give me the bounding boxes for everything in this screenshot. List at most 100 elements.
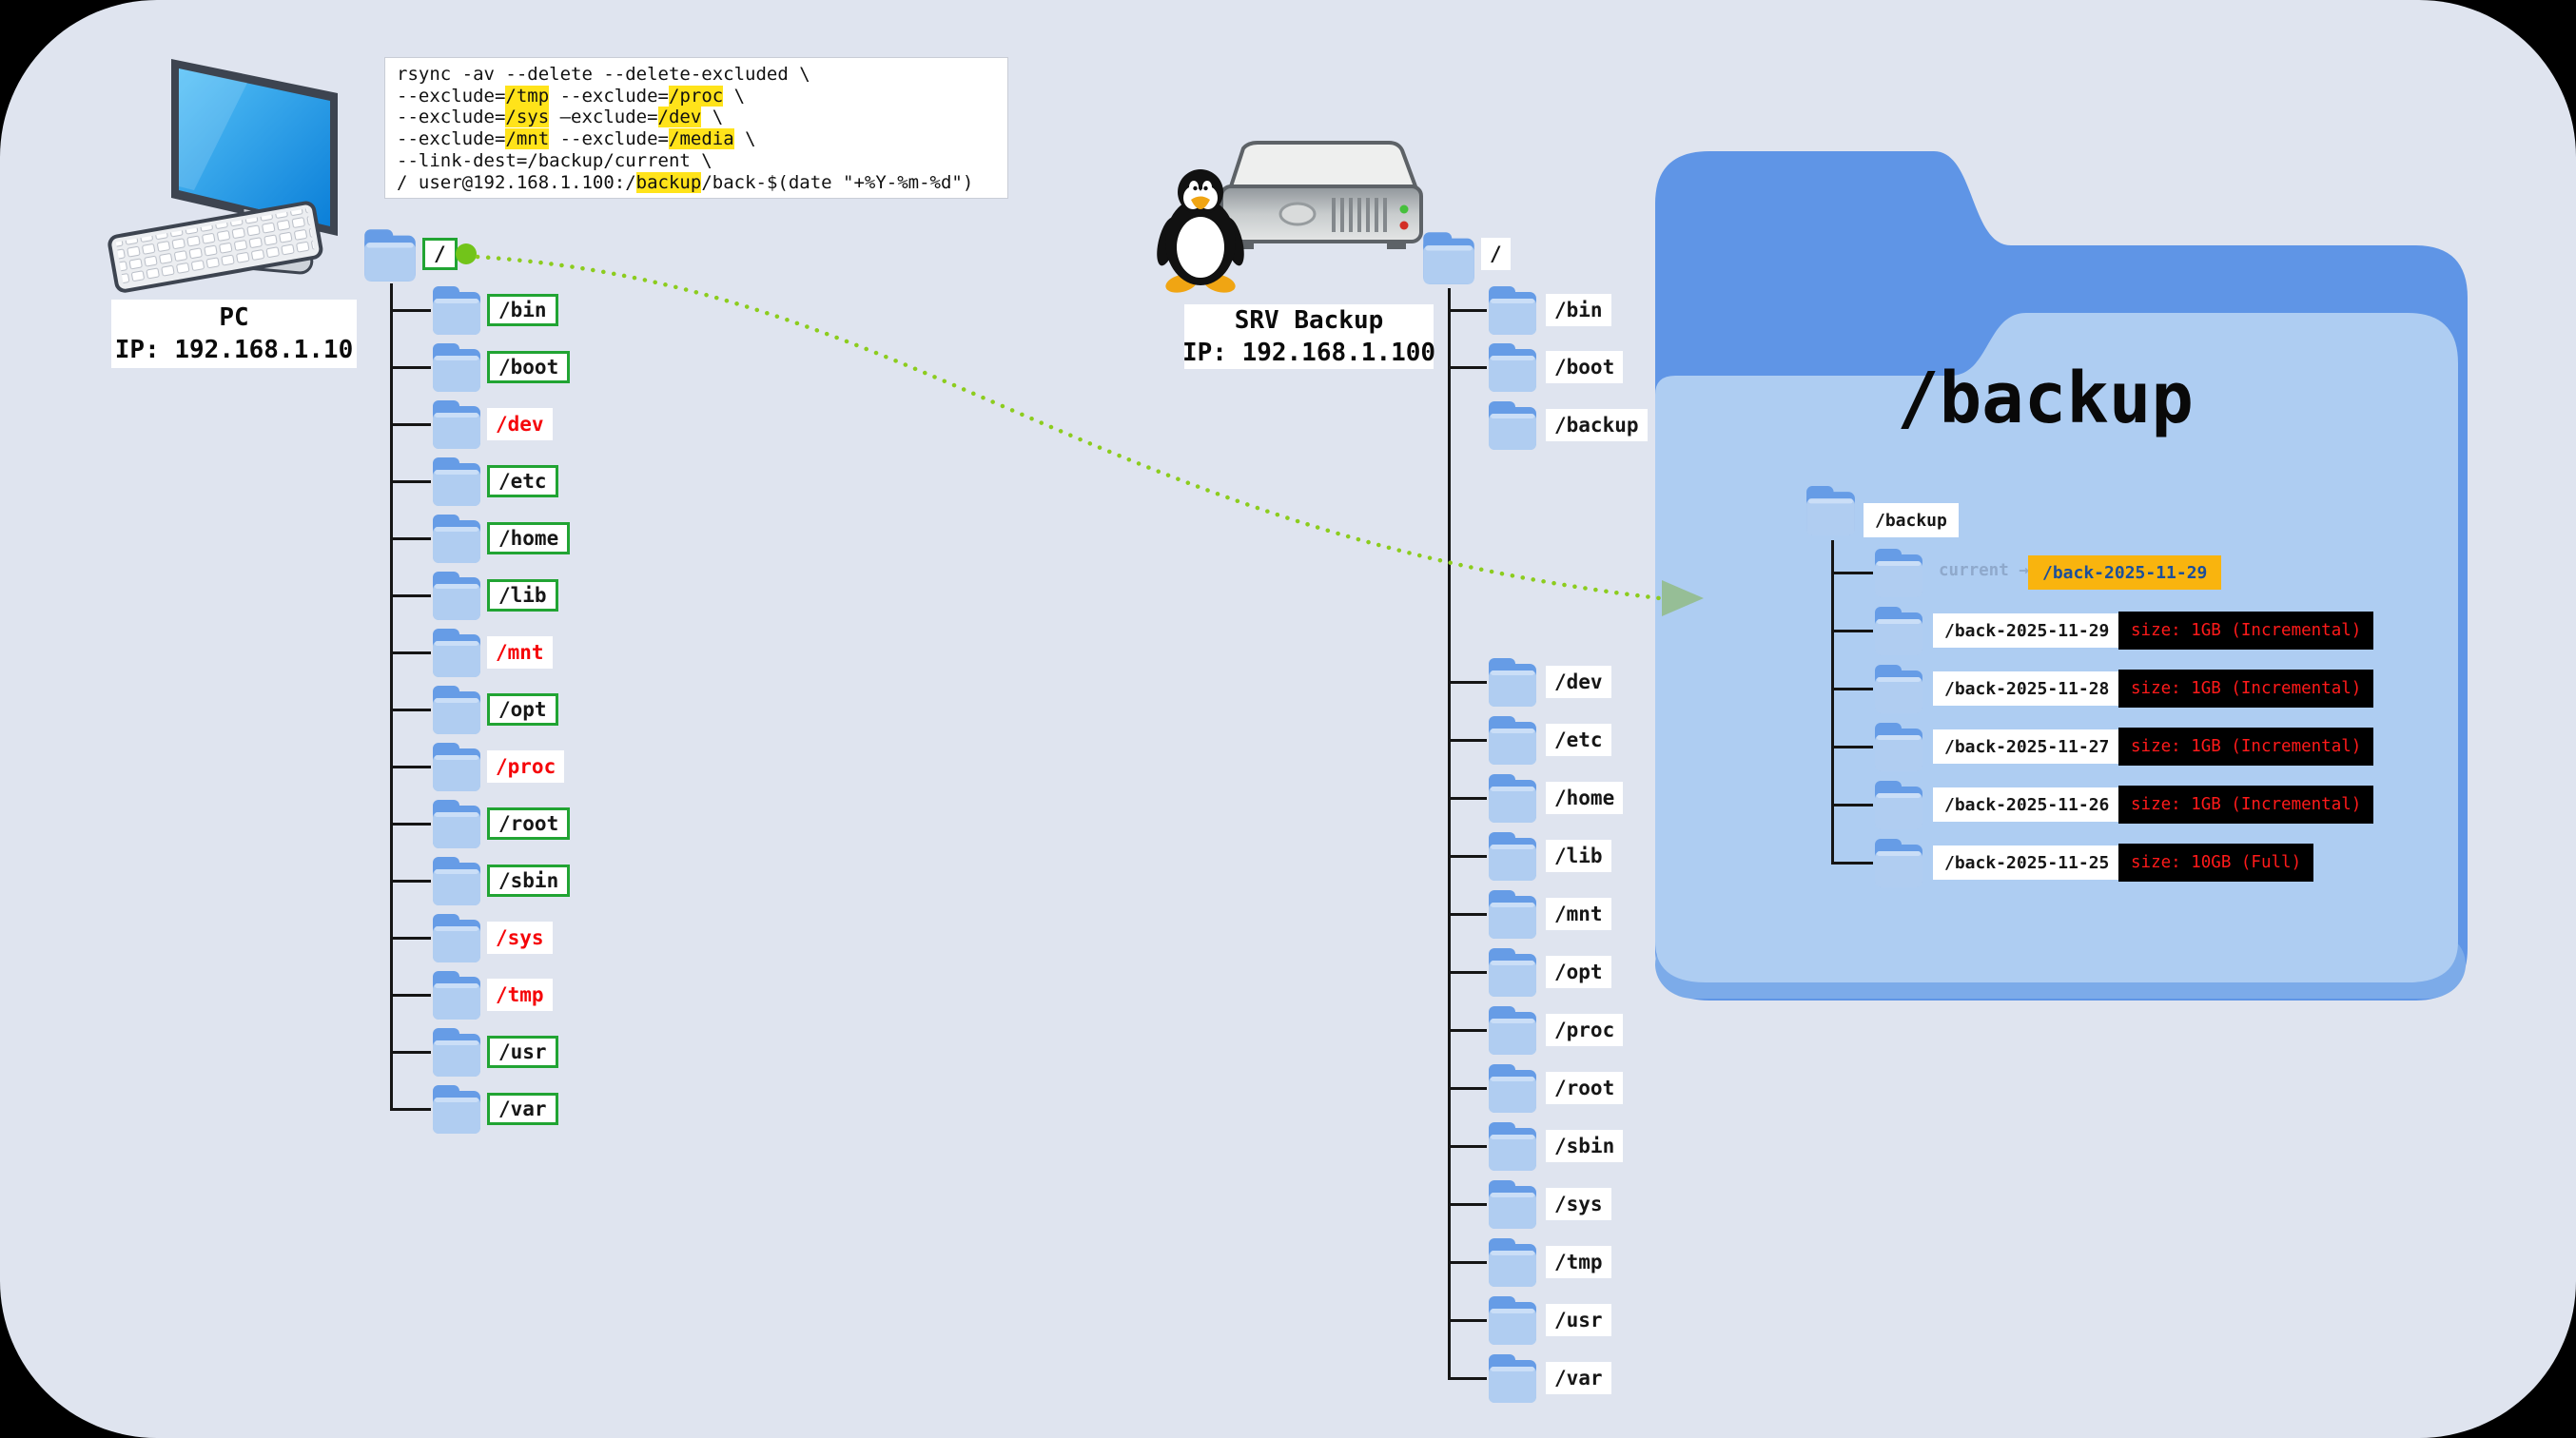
tree-item-label: /tmp	[487, 979, 553, 1011]
folder-icon	[431, 626, 482, 679]
command-text: \	[701, 107, 723, 127]
tree-connector	[1448, 1203, 1487, 1206]
folder-icon	[1487, 398, 1538, 452]
tree-item-label: /opt	[487, 693, 558, 726]
tree-connector	[390, 309, 431, 312]
tree-item-label: /boot	[487, 351, 570, 383]
tree-item-label: /dev	[1546, 666, 1611, 698]
snapshot-size-badge: size: 1GB (Incremental)	[2118, 728, 2373, 766]
current-symlink-label: current →	[1939, 561, 2029, 580]
snapshot-size-badge: size: 1GB (Incremental)	[2118, 612, 2373, 650]
tree-connector	[1831, 572, 1873, 574]
highlighted-path: backup	[636, 172, 702, 193]
tree-connector	[1448, 971, 1487, 974]
tree-connector	[1448, 1145, 1487, 1148]
tree-item-label: /sys	[487, 922, 553, 954]
snapshot-label: /back-2025-11-26	[1933, 787, 2120, 822]
tree-item-label: /sbin	[487, 865, 570, 897]
tree-connector	[1448, 739, 1487, 742]
highlighted-path: /media	[669, 128, 734, 149]
folder-icon	[1487, 1061, 1538, 1115]
folder-icon	[431, 283, 482, 337]
highlighted-path: /sys	[505, 107, 549, 127]
tree-trunk-line	[1831, 540, 1834, 865]
tree-item-label: /lib	[487, 579, 558, 612]
tree-connector	[1448, 797, 1487, 800]
command-text: \	[734, 128, 756, 149]
command-text: --link-dest=/backup/current \	[397, 150, 712, 171]
folder-icon	[431, 1025, 482, 1078]
folder-icon	[431, 455, 482, 508]
command-text: --exclude=	[397, 128, 505, 149]
folder-icon	[1873, 720, 1924, 773]
backup-folder-graphic	[1650, 145, 2478, 1048]
folder-icon	[431, 797, 482, 850]
tree-item-label: /sbin	[1546, 1130, 1623, 1162]
pc-ip: IP: 192.168.1.10	[115, 334, 353, 366]
tree-item-label: /etc	[1546, 724, 1611, 756]
folder-icon	[1487, 340, 1538, 394]
tree-item-label: /var	[487, 1093, 558, 1125]
tree-item-label: /bin	[487, 294, 558, 326]
folder-icon	[1873, 778, 1924, 831]
pc-computer-icon	[95, 48, 371, 304]
backup-folder-title: /backup	[1897, 358, 2194, 439]
tree-item-label: /bin	[1546, 294, 1611, 326]
folder-icon	[1487, 887, 1538, 941]
tree-item-label: /sys	[1546, 1188, 1611, 1220]
tree-connector	[390, 423, 431, 426]
rsync-command-line: / user@192.168.1.100:/backup/back-$(date…	[397, 172, 996, 194]
tree-connector	[390, 1108, 431, 1111]
rsync-command-line: --exclude=/tmp --exclude=/proc \	[397, 86, 996, 107]
tree-connector	[390, 1051, 431, 1054]
folder-icon	[1873, 662, 1924, 715]
tree-connector	[1448, 855, 1487, 858]
tree-item-label: /backup	[1546, 409, 1648, 441]
command-text: \	[723, 86, 745, 107]
pc-name: PC	[219, 301, 248, 334]
server-name: SRV Backup	[1235, 304, 1384, 337]
folder-icon	[1487, 829, 1538, 883]
keyboard-icon	[108, 202, 322, 292]
folder-icon	[431, 569, 482, 622]
tree-connector	[1831, 630, 1873, 632]
tree-trunk-line	[1448, 288, 1451, 1379]
tree-connector	[390, 709, 431, 711]
folder-icon	[431, 968, 482, 1021]
tree-connector	[1448, 366, 1487, 369]
tree-connector	[1831, 804, 1873, 806]
folder-icon	[1487, 945, 1538, 999]
folder-icon	[431, 854, 482, 907]
tree-connector	[390, 594, 431, 597]
tree-item-label: /opt	[1546, 956, 1611, 988]
pc-label: PC IP: 192.168.1.10	[111, 300, 357, 368]
folder-icon	[1487, 655, 1538, 709]
tree-item-label: /lib	[1546, 840, 1611, 872]
snapshot-size-badge: size: 1GB (Incremental)	[2118, 786, 2373, 824]
tree-connector	[390, 366, 431, 369]
highlighted-path: /tmp	[505, 86, 549, 107]
tree-connector	[1448, 1377, 1487, 1380]
tree-connector	[390, 651, 431, 654]
snapshot-label: /back-2025-11-28	[1933, 671, 2120, 706]
flow-start-dot	[456, 243, 477, 264]
folder-icon	[1487, 1293, 1538, 1347]
folder-icon	[431, 740, 482, 793]
tree-connector	[1831, 862, 1873, 865]
tree-connector	[1448, 681, 1487, 684]
folder-icon	[431, 911, 482, 964]
folder-icon	[1487, 283, 1538, 337]
command-text: / user@192.168.1.100:/	[397, 172, 636, 193]
tree-item-label: /usr	[487, 1036, 558, 1068]
highlighted-path: /dev	[658, 107, 702, 127]
rsync-command-line: --exclude=/mnt --exclude=/media \	[397, 128, 996, 150]
rsync-command-line: --link-dest=/backup/current \	[397, 150, 996, 172]
root-label: /	[422, 238, 458, 270]
tree-connector	[1831, 746, 1873, 748]
command-text: --exclude=	[549, 86, 669, 107]
root-folder-icon	[1421, 229, 1476, 286]
tree-connector	[390, 823, 431, 826]
tree-item-label: /home	[1546, 782, 1623, 814]
tree-item-label: /root	[1546, 1072, 1623, 1104]
folder-icon	[1487, 1003, 1538, 1057]
